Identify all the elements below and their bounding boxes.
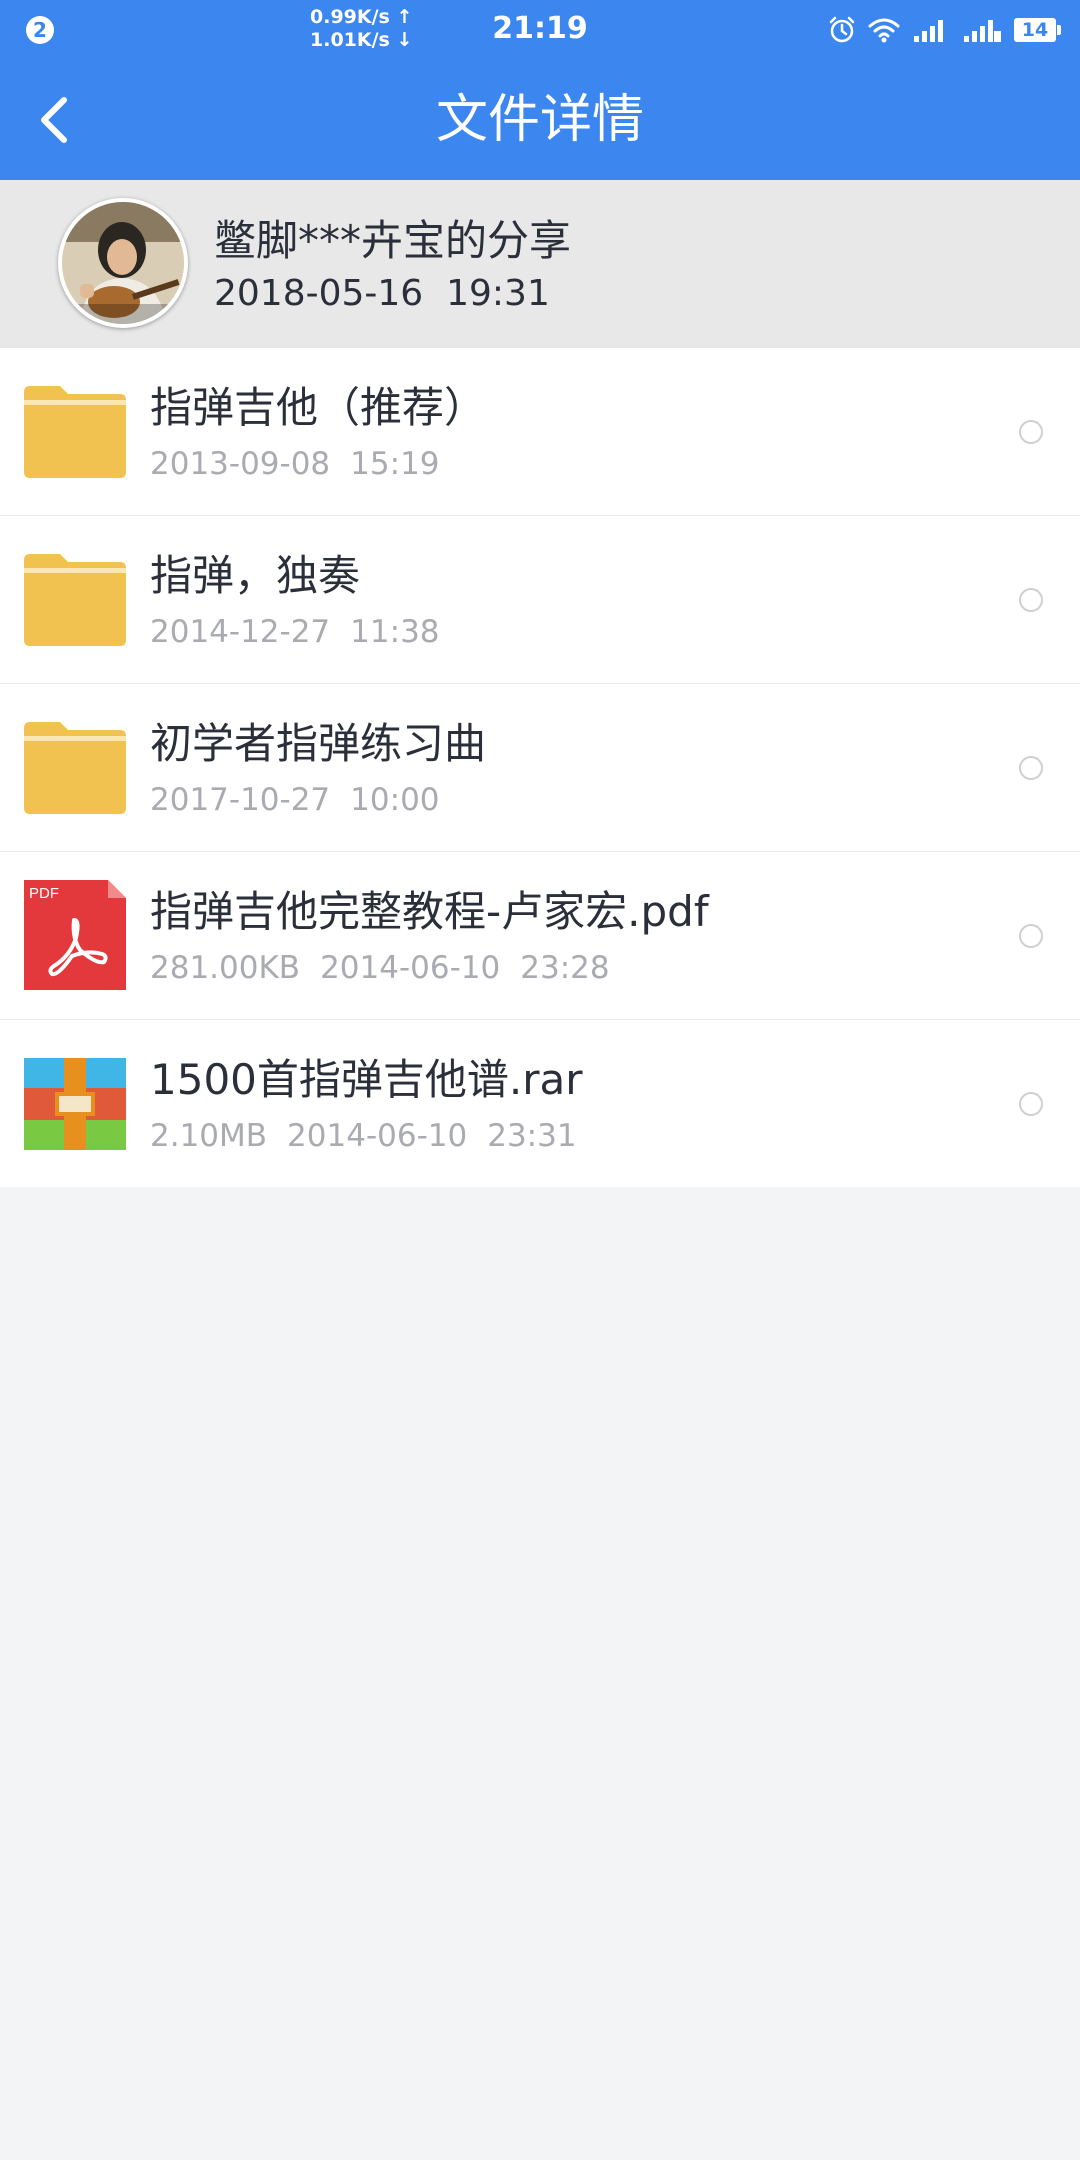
file-time: 23:31 bbox=[487, 1118, 577, 1154]
page-title: 文件详情 bbox=[435, 90, 644, 150]
file-time: 23:28 bbox=[520, 950, 610, 986]
file-meta: 281.00KB 2014-06-10 23:28 bbox=[150, 949, 610, 987]
signal-icon bbox=[914, 20, 943, 42]
file-date: 2014-06-10 bbox=[320, 950, 501, 986]
app-bar: 文件详情 bbox=[0, 60, 1080, 180]
select-radio[interactable] bbox=[1019, 588, 1043, 612]
share-title: 鳖脚***卉宝的分享 bbox=[214, 216, 572, 265]
select-radio[interactable] bbox=[1019, 420, 1043, 444]
file-size: 281.00KB bbox=[150, 950, 301, 986]
file-name: 指弹吉他（推荐） bbox=[150, 383, 487, 432]
file-row[interactable]: 1500首指弹吉他谱.rar 2.10MB 2014-06-10 23:31 bbox=[0, 1020, 1080, 1187]
file-date: 2014-06-10 bbox=[287, 1118, 468, 1154]
file-list: 指弹吉他（推荐） 2013-09-08 15:19 指弹，独奏 2014-12-2… bbox=[0, 348, 1080, 1187]
file-name: 指弹吉他完整教程-卢家宏.pdf bbox=[150, 887, 709, 936]
select-radio[interactable] bbox=[1019, 924, 1043, 948]
battery-icon: 14 bbox=[1014, 18, 1061, 42]
avatar[interactable] bbox=[58, 198, 188, 328]
file-meta: 2013-09-08 15:19 bbox=[150, 445, 440, 483]
file-row[interactable]: 初学者指弹练习曲 2017-10-27 10:00 bbox=[0, 684, 1080, 852]
folder-icon bbox=[24, 554, 126, 646]
pdf-icon-label: PDF bbox=[29, 885, 59, 902]
folder-icon bbox=[24, 722, 126, 814]
rar-archive-icon bbox=[24, 1058, 126, 1150]
signal-2-icon bbox=[964, 20, 1001, 42]
wifi-icon bbox=[868, 18, 900, 43]
file-date: 2017-10-27 bbox=[150, 782, 331, 818]
file-row[interactable]: 指弹，独奏 2014-12-27 11:38 bbox=[0, 516, 1080, 684]
file-name: 指弹，独奏 bbox=[150, 551, 361, 600]
status-bar: 2 0.99K/s ↑ 1.01K/s ↓ 21:19 14 bbox=[0, 0, 1080, 60]
file-name: 1500首指弹吉他谱.rar bbox=[150, 1055, 583, 1104]
select-radio[interactable] bbox=[1019, 756, 1043, 780]
file-name: 初学者指弹练习曲 bbox=[150, 719, 487, 768]
file-row[interactable]: 指弹吉他（推荐） 2013-09-08 15:19 bbox=[0, 348, 1080, 516]
file-date: 2013-09-08 bbox=[150, 446, 331, 482]
pdf-icon: PDF bbox=[24, 880, 126, 990]
file-meta: 2.10MB 2014-06-10 23:31 bbox=[150, 1117, 577, 1155]
share-header: 鳖脚***卉宝的分享 2018-05-16 19:31 bbox=[0, 180, 1080, 348]
file-meta: 2017-10-27 10:00 bbox=[150, 781, 440, 819]
file-time: 15:19 bbox=[350, 446, 440, 482]
file-size: 2.10MB bbox=[150, 1118, 268, 1154]
avatar-image bbox=[62, 202, 184, 324]
file-meta: 2014-12-27 11:38 bbox=[150, 613, 440, 651]
folder-icon bbox=[24, 386, 126, 478]
file-date: 2014-12-27 bbox=[150, 614, 331, 650]
file-time: 10:00 bbox=[350, 782, 440, 818]
share-datetime: 2018-05-16 19:31 bbox=[214, 272, 550, 316]
file-time: 11:38 bbox=[350, 614, 440, 650]
alarm-icon bbox=[829, 16, 855, 43]
status-icons: 14 bbox=[828, 13, 1061, 47]
select-radio[interactable] bbox=[1019, 1092, 1043, 1116]
share-date: 2018-05-16 bbox=[214, 273, 424, 314]
file-row[interactable]: PDF 指弹吉他完整教程-卢家宏.pdf 281.00KB 2014-06-10 2… bbox=[0, 852, 1080, 1020]
share-time: 19:31 bbox=[446, 273, 550, 314]
